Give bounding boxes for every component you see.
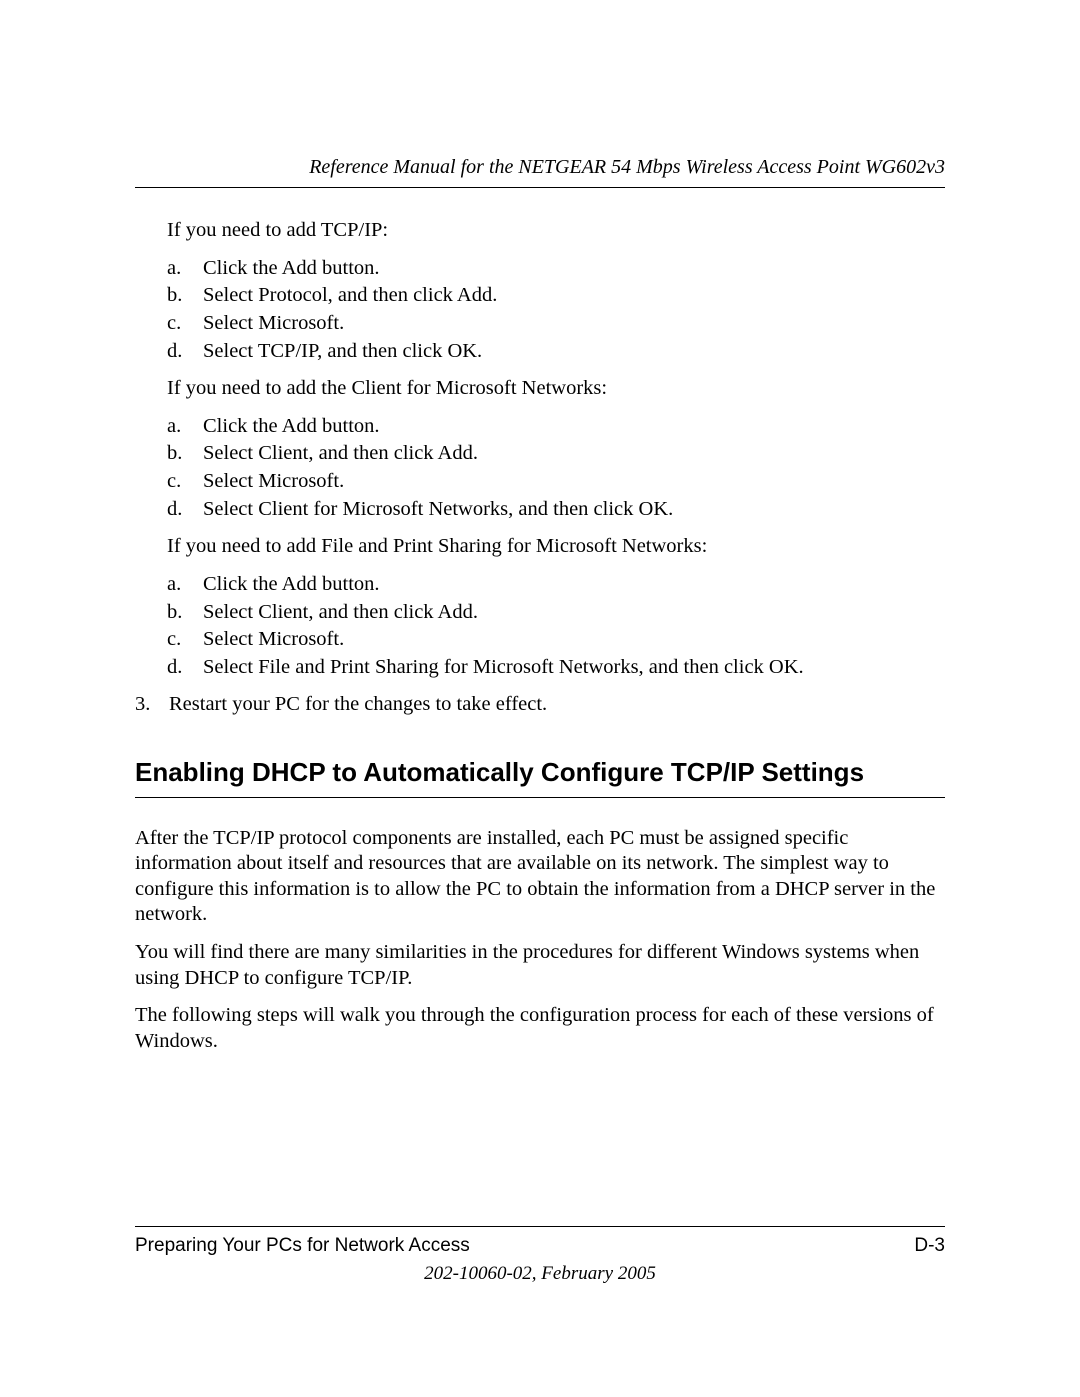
list-text: Restart your PC for the changes to take … [169, 692, 547, 718]
list-label: c. [167, 469, 189, 495]
list-label: b. [167, 600, 189, 626]
list-text: Select Microsoft. [203, 627, 344, 653]
list-label: b. [167, 283, 189, 309]
paragraph: The following steps will walk you throug… [135, 1003, 945, 1054]
list-add-fps: a. Click the Add button. b. Select Client,… [135, 572, 945, 681]
list-text: Select Client for Microsoft Networks, an… [203, 497, 673, 523]
list-item: 3. Restart your PC for the changes to ta… [135, 692, 945, 718]
list-add-tcpip: a. Click the Add button. b. Select Protoco… [135, 256, 945, 365]
list-item: c. Select Microsoft. [135, 311, 945, 337]
running-header: Reference Manual for the NETGEAR 54 Mbps… [135, 156, 945, 188]
list-item: b. Select Protocol, and then click Add. [135, 283, 945, 309]
page-content: Reference Manual for the NETGEAR 54 Mbps… [135, 156, 945, 1277]
list-item: b. Select Client, and then click Add. [135, 600, 945, 626]
list-text: Select Microsoft. [203, 311, 344, 337]
list-label: c. [167, 627, 189, 653]
paragraph-add-client: If you need to add the Client for Micros… [135, 376, 945, 402]
list-label: d. [167, 655, 189, 681]
list-label: d. [167, 339, 189, 365]
list-text: Select Client, and then click Add. [203, 441, 478, 467]
paragraph: After the TCP/IP protocol components are… [135, 826, 945, 929]
list-text: Select Protocol, and then click Add. [203, 283, 497, 309]
list-item: d. Select TCP/IP, and then click OK. [135, 339, 945, 365]
list-item: a. Click the Add button. [135, 256, 945, 282]
footer-row: Preparing Your PCs for Network Access D-… [135, 1235, 945, 1257]
list-item: b. Select Client, and then click Add. [135, 441, 945, 467]
footer-section-title: Preparing Your PCs for Network Access [135, 1235, 470, 1257]
section-heading-dhcp: Enabling DHCP to Automatically Configure… [135, 756, 945, 798]
list-text: Select Microsoft. [203, 469, 344, 495]
list-item: a. Click the Add button. [135, 572, 945, 598]
list-label: a. [167, 414, 189, 440]
list-item: d. Select File and Print Sharing for Micr… [135, 655, 945, 681]
list-item: c. Select Microsoft. [135, 627, 945, 653]
footer-doc-info: 202-10060-02, February 2005 [0, 1263, 1080, 1285]
list-text: Select Client, and then click Add. [203, 600, 478, 626]
paragraph-add-fps: If you need to add File and Print Sharin… [135, 534, 945, 560]
list-label: a. [167, 256, 189, 282]
list-item: c. Select Microsoft. [135, 469, 945, 495]
list-label: c. [167, 311, 189, 337]
list-label: b. [167, 441, 189, 467]
list-text: Select File and Print Sharing for Micros… [203, 655, 804, 681]
list-text: Select TCP/IP, and then click OK. [203, 339, 482, 365]
footer-rule [135, 1226, 945, 1227]
list-text: Click the Add button. [203, 414, 380, 440]
list-text: Click the Add button. [203, 572, 380, 598]
list-text: Click the Add button. [203, 256, 380, 282]
paragraph-add-tcpip: If you need to add TCP/IP: [135, 218, 945, 244]
numbered-list: 3. Restart your PC for the changes to ta… [135, 692, 945, 718]
list-item: a. Click the Add button. [135, 414, 945, 440]
body-text: If you need to add TCP/IP: a. Click the A… [135, 218, 945, 1055]
list-label: a. [167, 572, 189, 598]
list-label: d. [167, 497, 189, 523]
paragraph: You will find there are many similaritie… [135, 940, 945, 991]
list-item: d. Select Client for Microsoft Networks, … [135, 497, 945, 523]
footer-page-number: D-3 [914, 1235, 945, 1257]
list-label: 3. [135, 692, 155, 718]
list-add-client: a. Click the Add button. b. Select Client,… [135, 414, 945, 523]
